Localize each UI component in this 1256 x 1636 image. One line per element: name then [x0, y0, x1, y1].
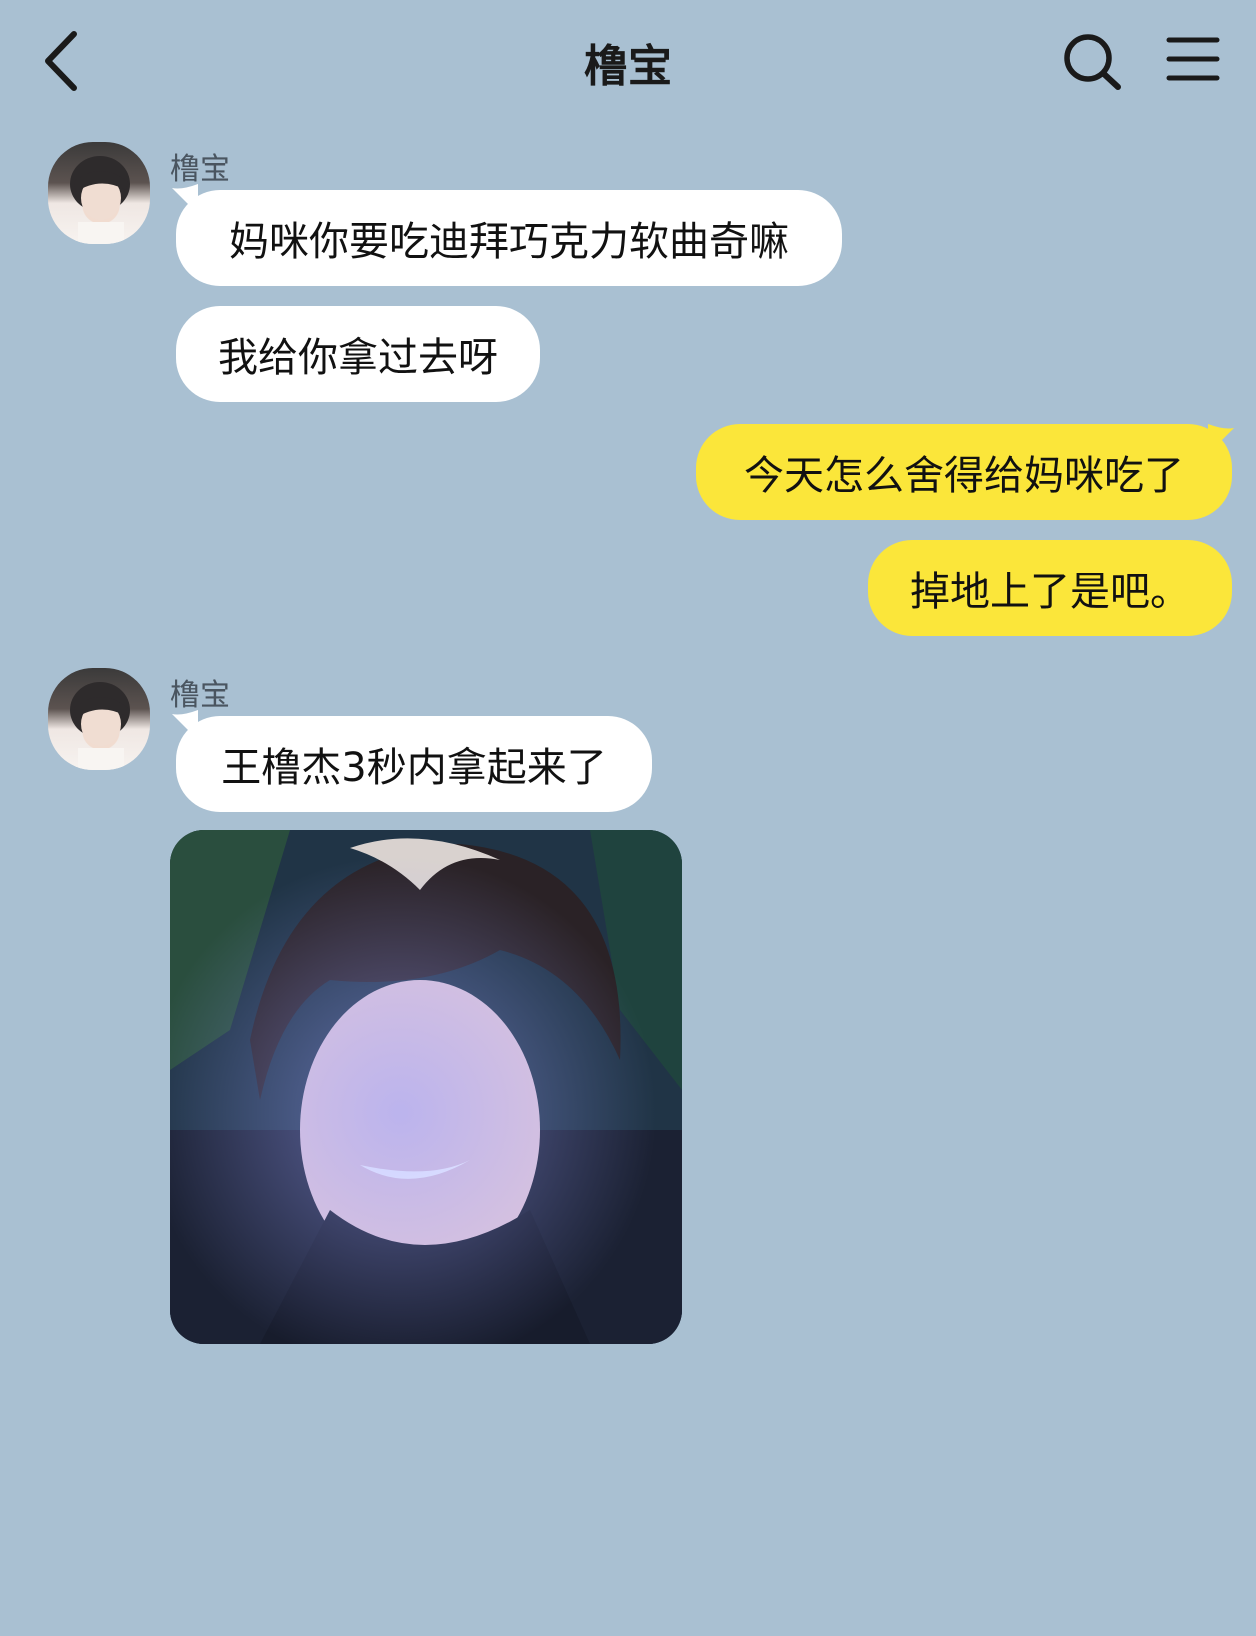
sender-avatar[interactable] [48, 142, 150, 244]
sender-avatar[interactable] [48, 668, 150, 770]
avatar-photo [70, 156, 130, 244]
chevron-left-icon [45, 31, 77, 91]
search-icon [1064, 34, 1121, 90]
photo-of-smiling-boy [170, 830, 682, 1344]
menu-button[interactable] [1166, 34, 1220, 86]
avatar-photo [70, 682, 130, 770]
image-message[interactable] [170, 830, 682, 1344]
message-bubble[interactable]: 掉地上了是吧。 [868, 540, 1232, 636]
back-button[interactable] [38, 28, 98, 94]
message-bubble[interactable]: 妈咪你要吃迪拜巧克力软曲奇嘛 [176, 190, 842, 286]
message-bubble[interactable]: 今天怎么舍得给妈咪吃了 [696, 424, 1232, 520]
sender-name: 橹宝 [170, 678, 230, 713]
chat-header: 橹宝 [0, 0, 1256, 124]
message-bubble[interactable]: 我给你拿过去呀 [176, 306, 540, 402]
message-bubble[interactable]: 王橹杰3秒内拿起来了 [176, 716, 652, 812]
search-button[interactable] [1060, 30, 1126, 92]
sender-name: 橹宝 [170, 152, 230, 187]
menu-icon [1166, 37, 1220, 81]
